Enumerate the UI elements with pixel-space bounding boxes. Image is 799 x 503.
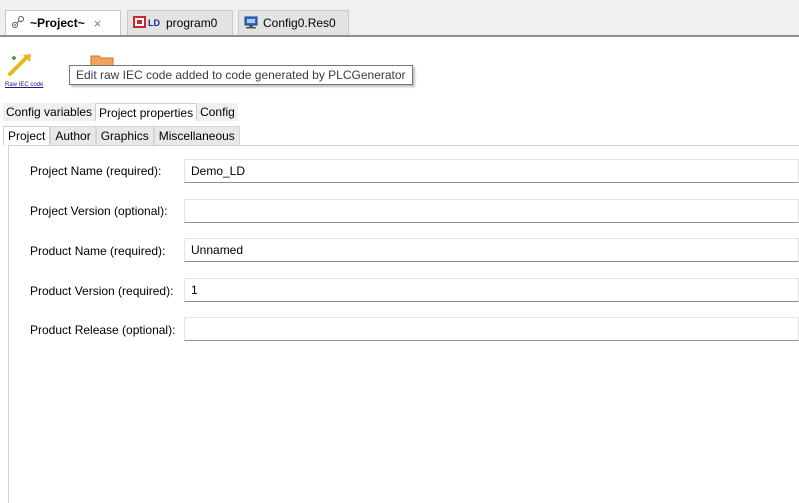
raw-iec-code-button[interactable]: Raw IEC code [5,50,43,90]
tooltip: Edit raw IEC code added to code generate… [69,65,413,85]
tab-config[interactable]: Config [197,103,238,121]
ld-program-icon: LD [133,15,161,32]
svg-text:LD: LD [148,18,160,28]
project-name-field[interactable] [184,159,799,183]
subtab-graphics[interactable]: Graphics [95,126,154,145]
tab-project[interactable]: ~Project~ × [5,10,121,35]
editor-tab-strip: ~Project~ × LD program0 Config0.Res0 [0,0,799,37]
project-version-field[interactable] [184,199,799,223]
close-icon[interactable]: × [94,16,102,31]
product-version-label: Product Version (required): [30,284,174,298]
subtab-author[interactable]: Author [50,126,96,145]
tab-project-label: ~Project~ [30,16,85,30]
tab-config-variables[interactable]: Config variables [3,103,96,121]
tab-program0[interactable]: LD program0 [127,10,233,35]
product-release-field[interactable] [184,317,799,341]
sub-tabs: Project Author Graphics Miscellaneous [3,126,240,146]
subtab-miscellaneous[interactable]: Miscellaneous [153,126,240,145]
raw-iec-label: Raw IEC code [5,82,44,88]
product-name-label: Product Name (required): [30,244,166,258]
tab-config0-res0-label: Config0.Res0 [263,16,336,30]
product-name-field[interactable] [184,238,799,262]
product-release-label: Product Release (optional): [30,323,176,337]
tab-program0-label: program0 [166,16,218,30]
product-version-field[interactable] [184,278,799,302]
project-version-label: Project Version (optional): [30,204,168,218]
tab-project-properties[interactable]: Project properties [95,103,198,121]
subtab-project[interactable]: Project [3,126,51,145]
project-icon [11,15,25,32]
main-tabs: Config variables Project properties Conf… [3,103,238,123]
tab-config0-res0[interactable]: Config0.Res0 [238,10,349,35]
resource-icon [244,15,258,32]
project-name-label: Project Name (required): [30,164,162,178]
